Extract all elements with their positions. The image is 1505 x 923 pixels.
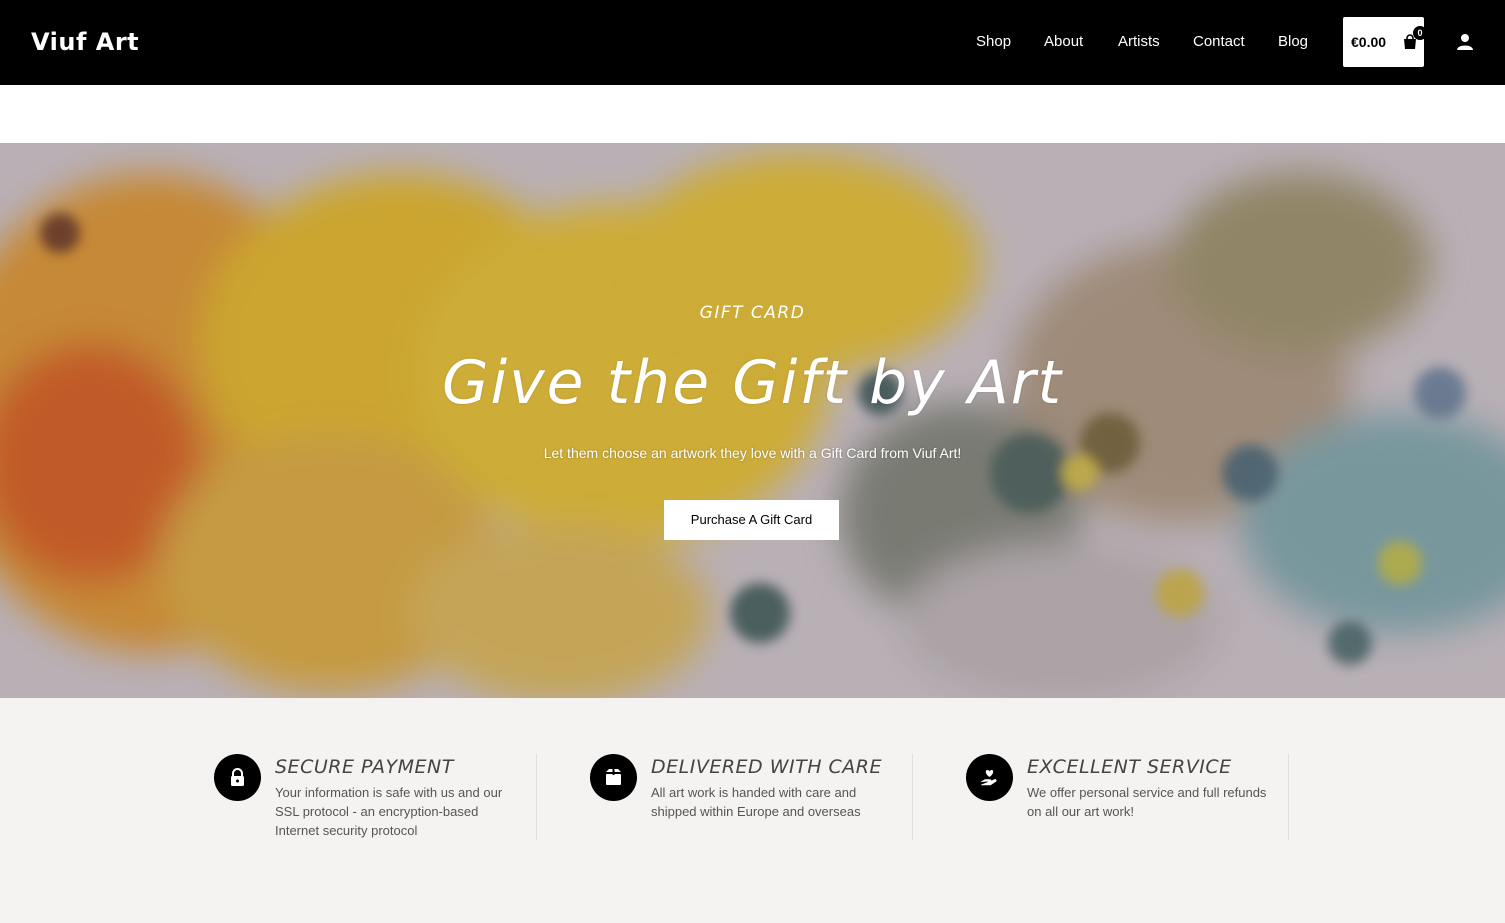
feature-secure-payment: SECURE PAYMENT Your information is safe … [214,754,590,842]
lock-icon [231,768,244,786]
box-icon [606,769,621,785]
feature-divider [1288,754,1289,840]
hero-title: Give the Gift by Art [442,348,1063,418]
feature-title: DELIVERED WITH CARE [651,756,882,778]
nav-blog[interactable]: Blog [1278,30,1308,54]
nav-about[interactable]: About [1044,30,1083,54]
feature-icon-circle [590,754,637,801]
feature-text: We offer personal service and full refun… [1027,785,1267,819]
feature-title: EXCELLENT SERVICE [1027,756,1232,778]
feature-title: SECURE PAYMENT [275,756,454,778]
cart-count-badge: 0 [1413,26,1427,40]
feature-excellent-service: EXCELLENT SERVICE We offer personal serv… [966,754,1342,842]
feature-text: Your information is safe with us and our… [275,785,503,838]
feature-delivered-with-care: DELIVERED WITH CARE All art work is hand… [590,754,966,842]
spacer-band [0,85,1505,143]
purchase-gift-card-button[interactable]: Purchase A Gift Card [664,500,839,540]
cart-button[interactable]: €0.00 0 [1343,17,1427,67]
nav-artists[interactable]: Artists [1118,30,1160,54]
features-section: SECURE PAYMENT Your information is safe … [0,698,1505,923]
feature-icon-circle [214,754,261,801]
hero-subtitle: Let them choose an artwork they love wit… [543,445,962,461]
hand-heart-icon [980,770,997,786]
nav-shop[interactable]: Shop [976,30,1011,54]
site-logo[interactable]: Viuf Art [31,26,139,58]
hero-eyebrow: GIFT CARD [699,303,806,323]
site-header: Viuf Art Shop About Artists Contact Blog… [0,0,1505,85]
feature-divider [536,754,537,840]
nav-contact[interactable]: Contact [1193,30,1245,54]
hero-banner: GIFT CARD Give the Gift by Art Let them … [0,143,1505,698]
feature-text: All art work is handed with care and shi… [651,785,861,819]
user-icon[interactable] [1456,33,1474,51]
feature-divider [912,754,913,840]
feature-icon-circle [966,754,1013,801]
cart-total: €0.00 [1351,34,1387,50]
